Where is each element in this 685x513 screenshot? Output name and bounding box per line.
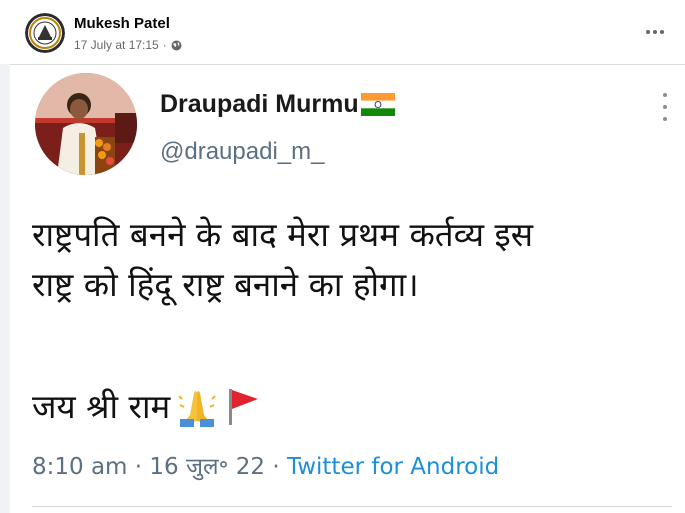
kebab-dot [663,93,667,97]
more-dot [653,30,657,34]
meta-dot-2: · [272,454,280,480]
more-dot [660,30,664,34]
tweet-text-line-3: जय श्री राम [32,383,262,428]
author-name[interactable]: Mukesh Patel [74,15,170,32]
meta-separator: · [162,38,167,52]
display-name-text: Draupadi Murmu [160,90,359,118]
meta-dot: · [134,454,143,480]
kebab-menu-icon [658,93,672,121]
tweet-card: Draupadi Murmu @draupadi_m_ राष्ट्रपति ब… [10,64,685,513]
tweet-text-line-2: राष्ट्र को हिंदू राष्ट्र बनाने का होगा। [32,265,419,304]
tweet-meta: 8:10 am · 16 जुल॰ 22 · Twitter for Andro… [32,449,499,481]
kebab-dot [663,117,667,121]
jai-shri-ram-text: जय श्री राम [32,387,171,426]
tweet-text: राष्ट्रपति बनने के बाद मेरा प्रथम कर्तव्… [32,210,672,310]
tweet-source: Twitter for Android [286,454,500,480]
more-horizontal-icon [646,30,650,34]
more-options-button[interactable] [640,20,670,44]
tweet-divider [32,506,672,507]
post-date[interactable]: 17 July at 17:15 [74,38,159,52]
tweet-time: 8:10 am [32,454,128,480]
tweet-avatar [35,73,137,175]
tweet-text-line-1: राष्ट्रपति बनने के बाद मेरा प्रथम कर्तव्… [32,215,534,254]
tweet-date: 16 जुल॰ 22 [149,454,266,480]
author-avatar[interactable] [25,13,65,53]
tweet-display-name: Draupadi Murmu [160,90,395,119]
folded-hands-icon [178,385,217,427]
post-meta: 17 July at 17:15 · [74,38,182,52]
tweet-handle: @draupadi_m_ [160,138,325,165]
red-flag-icon [224,385,262,427]
india-flag-icon [360,93,395,116]
kebab-dot [663,105,667,109]
post-header: Mukesh Patel 17 July at 17:15 · [0,0,685,64]
globe-icon [171,40,182,51]
